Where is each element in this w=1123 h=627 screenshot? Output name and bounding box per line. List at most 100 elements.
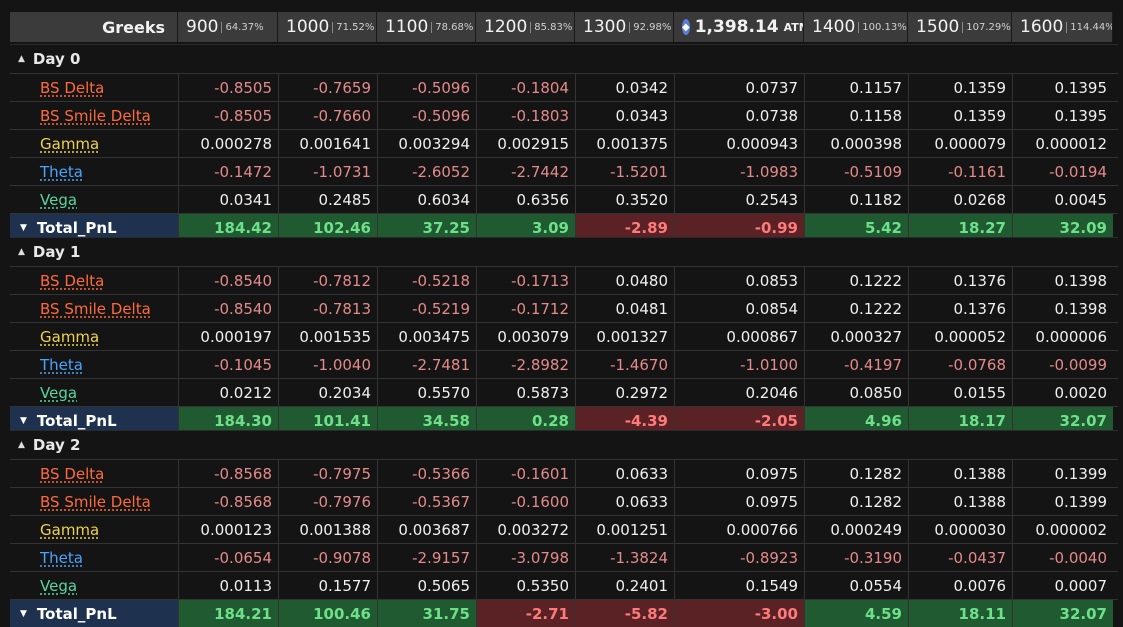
value-cell: -3.0798 [476, 544, 575, 571]
value-cell: -0.5109 [804, 158, 908, 185]
greek-name[interactable]: Vega [10, 186, 178, 213]
total-pnl-label[interactable]: ▼ Total_PnL [10, 600, 178, 627]
strike-header-2[interactable]: 1100 78.68% [377, 12, 476, 42]
collapse-triangle-icon[interactable]: ▲ [18, 247, 25, 257]
value-cell: 0.1157 [804, 74, 908, 101]
expand-caret-icon[interactable]: ▼ [20, 223, 27, 233]
greek-name[interactable]: Vega [10, 572, 178, 599]
value-cell: -0.0768 [908, 351, 1012, 378]
strike-header-6[interactable]: 1400 100.13% [804, 12, 908, 42]
greek-name[interactable]: Gamma [10, 516, 178, 543]
greek-row-bs_smile_delta: BS Smile Delta -0.8568 -0.7976 -0.5367 -0.16… [10, 487, 1118, 515]
collapse-triangle-icon[interactable]: ▲ [18, 440, 25, 450]
value-cell: 0.002915 [476, 130, 575, 157]
value-cell: -0.7975 [278, 460, 377, 487]
value-cell: 0.2034 [278, 379, 377, 406]
day-header-row[interactable]: ▲ Day 2 [10, 430, 1118, 459]
value-cell: 0.5873 [476, 379, 575, 406]
value-cell: 0.0480 [575, 267, 674, 294]
greek-name[interactable]: Gamma [10, 130, 178, 157]
expand-caret-icon[interactable]: ▼ [20, 609, 27, 619]
pnl-cell: -3.00 [674, 600, 804, 627]
greek-name-text: Vega [40, 576, 78, 595]
greek-name[interactable]: BS Delta [10, 74, 178, 101]
strike-value: 1000 [286, 17, 330, 37]
greek-name[interactable]: Vega [10, 379, 178, 406]
expand-caret-icon[interactable]: ▼ [20, 416, 27, 426]
greek-name[interactable]: Theta [10, 544, 178, 571]
value-cell: 0.1395 [1012, 102, 1113, 129]
value-cell: -0.7976 [278, 488, 377, 515]
value-cell: 0.5570 [377, 379, 476, 406]
day-header-row[interactable]: ▲ Day 0 [10, 44, 1118, 73]
value-cell: -0.7813 [278, 295, 377, 322]
value-cell: 0.1182 [804, 186, 908, 213]
greek-name[interactable]: Theta [10, 158, 178, 185]
greek-name[interactable]: BS Smile Delta [10, 488, 178, 515]
value-cell: -0.1161 [908, 158, 1012, 185]
value-cell: -0.0040 [1012, 544, 1113, 571]
greek-row-bs_delta: BS Delta -0.8540 -0.7812 -0.5218 -0.1713 0.04… [10, 266, 1118, 294]
strike-moneyness: 85.83% [530, 21, 572, 33]
greek-name[interactable]: Gamma [10, 323, 178, 350]
greek-name[interactable]: Theta [10, 351, 178, 378]
value-cell: 0.0633 [575, 460, 674, 487]
value-cell: -0.8505 [178, 74, 278, 101]
greek-name[interactable]: BS Smile Delta [10, 102, 178, 129]
greek-name[interactable]: BS Delta [10, 460, 178, 487]
value-cell: -0.9078 [278, 544, 377, 571]
value-cell: 0.001375 [575, 130, 674, 157]
value-cell: -0.7812 [278, 267, 377, 294]
value-cell: -1.0040 [278, 351, 377, 378]
value-cell: 0.1222 [804, 267, 908, 294]
value-cell: -2.6052 [377, 158, 476, 185]
value-cell: -0.1804 [476, 74, 575, 101]
value-cell: 0.1388 [908, 488, 1012, 515]
strike-moneyness: 71.52% [332, 21, 374, 33]
pnl-cell: -2.71 [476, 600, 575, 627]
greek-row-vega: Vega 0.0341 0.2485 0.6034 0.6356 0.3520 0.2543… [10, 185, 1118, 213]
atm-strike-value: 1,398.14 [694, 17, 779, 37]
value-cell: 0.003079 [476, 323, 575, 350]
strike-header-3[interactable]: 1200 85.83% [476, 12, 575, 42]
value-cell: 0.1399 [1012, 488, 1113, 515]
value-cell: -0.8505 [178, 102, 278, 129]
day-header-row[interactable]: ▲ Day 1 [10, 237, 1118, 266]
value-cell: 0.0020 [1012, 379, 1113, 406]
value-cell: -0.8568 [178, 488, 278, 515]
value-cell: 0.0343 [575, 102, 674, 129]
strike-header-0[interactable]: 900 64.37% [178, 12, 278, 42]
value-cell: -0.7659 [278, 74, 377, 101]
strike-header-4[interactable]: 1300 92.98% [575, 12, 674, 42]
value-cell: 0.000398 [804, 130, 908, 157]
strike-header-7[interactable]: 1500 107.29% [908, 12, 1012, 42]
value-cell: -1.3824 [575, 544, 674, 571]
value-cell: 0.2543 [674, 186, 804, 213]
strike-header-8[interactable]: 1600 114.44% [1012, 12, 1113, 42]
collapse-triangle-icon[interactable]: ▲ [18, 54, 25, 64]
value-cell: -0.1803 [476, 102, 575, 129]
greeks-header[interactable]: Greeks [10, 12, 178, 42]
greek-name-text: Gamma [40, 327, 100, 346]
greek-row-theta: Theta -0.0654 -0.9078 -2.9157 -3.0798 -1.3824… [10, 543, 1118, 571]
pnl-cell: 32.07 [1012, 600, 1113, 627]
value-cell: 0.1158 [804, 102, 908, 129]
strike-header-5[interactable]: ◆1,398.14 ATM [674, 12, 804, 42]
pnl-cell: 184.21 [178, 600, 278, 627]
value-cell: 0.1399 [1012, 460, 1113, 487]
value-cell: 0.5350 [476, 572, 575, 599]
greek-name-text: Theta [40, 355, 83, 374]
strike-header-1[interactable]: 1000 71.52% [278, 12, 377, 42]
value-cell: -1.0100 [674, 351, 804, 378]
value-cell: -1.4670 [575, 351, 674, 378]
value-cell: -0.1712 [476, 295, 575, 322]
value-cell: -1.0983 [674, 158, 804, 185]
value-cell: 0.000249 [804, 516, 908, 543]
greek-name[interactable]: BS Smile Delta [10, 295, 178, 322]
value-cell: 0.5065 [377, 572, 476, 599]
strike-moneyness: 100.13% [858, 21, 907, 33]
value-cell: -0.5218 [377, 267, 476, 294]
greek-name-text: BS Delta [40, 271, 105, 290]
greek-name-text: Theta [40, 162, 83, 181]
greek-name[interactable]: BS Delta [10, 267, 178, 294]
